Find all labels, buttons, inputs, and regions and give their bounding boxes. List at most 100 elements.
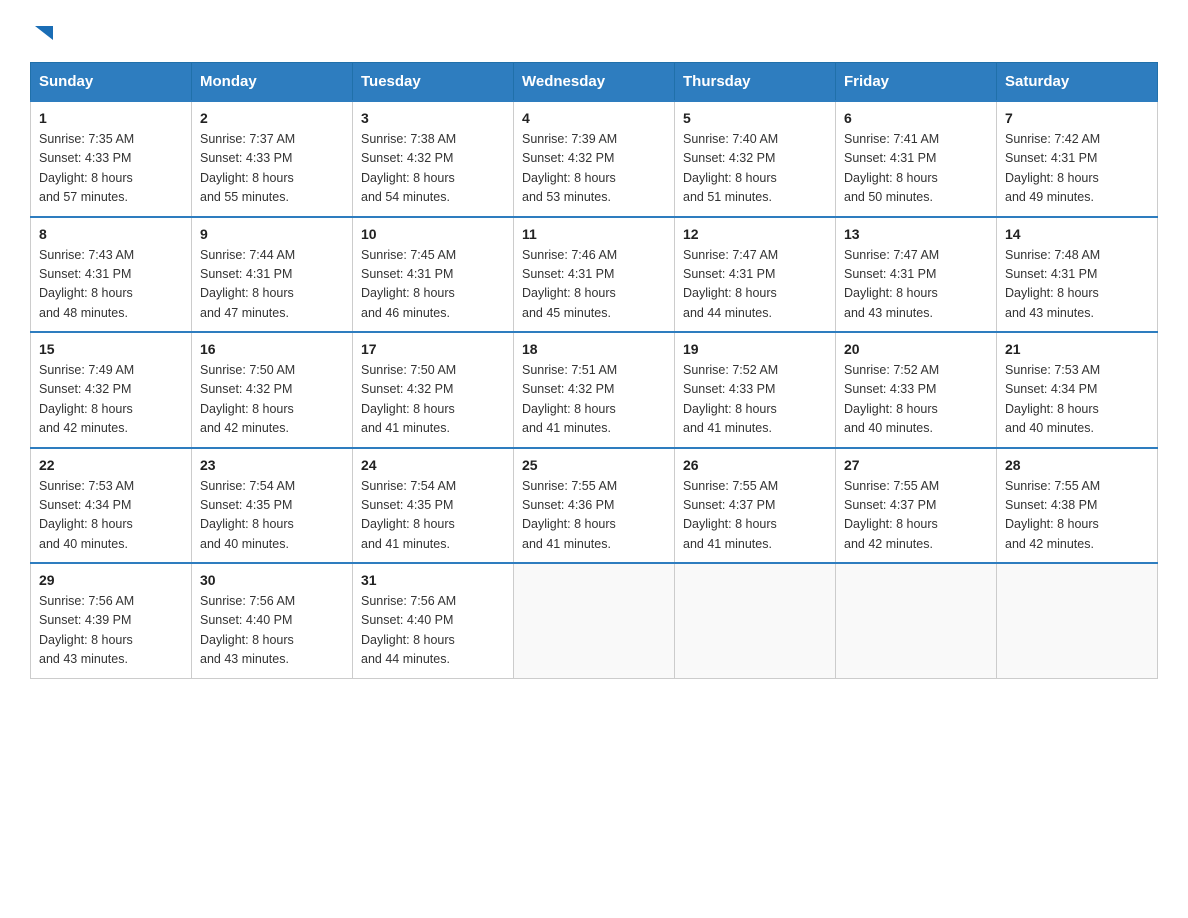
day-number: 18	[522, 341, 666, 357]
day-info: Sunrise: 7:56 AMSunset: 4:39 PMDaylight:…	[39, 592, 183, 670]
header-thursday: Thursday	[675, 63, 836, 102]
day-info: Sunrise: 7:47 AMSunset: 4:31 PMDaylight:…	[844, 246, 988, 324]
day-number: 5	[683, 110, 827, 126]
calendar-cell	[675, 563, 836, 678]
day-info: Sunrise: 7:56 AMSunset: 4:40 PMDaylight:…	[361, 592, 505, 670]
calendar-cell: 6 Sunrise: 7:41 AMSunset: 4:31 PMDaylight…	[836, 101, 997, 217]
day-number: 21	[1005, 341, 1149, 357]
day-number: 14	[1005, 226, 1149, 242]
day-info: Sunrise: 7:56 AMSunset: 4:40 PMDaylight:…	[200, 592, 344, 670]
calendar-cell: 26 Sunrise: 7:55 AMSunset: 4:37 PMDayligh…	[675, 448, 836, 564]
day-number: 11	[522, 226, 666, 242]
logo-line1	[30, 20, 55, 44]
calendar-cell: 22 Sunrise: 7:53 AMSunset: 4:34 PMDayligh…	[31, 448, 192, 564]
day-info: Sunrise: 7:35 AMSunset: 4:33 PMDaylight:…	[39, 130, 183, 208]
day-info: Sunrise: 7:44 AMSunset: 4:31 PMDaylight:…	[200, 246, 344, 324]
week-row-5: 29 Sunrise: 7:56 AMSunset: 4:39 PMDayligh…	[31, 563, 1158, 678]
calendar-cell: 18 Sunrise: 7:51 AMSunset: 4:32 PMDayligh…	[514, 332, 675, 448]
day-info: Sunrise: 7:39 AMSunset: 4:32 PMDaylight:…	[522, 130, 666, 208]
day-number: 22	[39, 457, 183, 473]
calendar-cell: 15 Sunrise: 7:49 AMSunset: 4:32 PMDayligh…	[31, 332, 192, 448]
week-row-4: 22 Sunrise: 7:53 AMSunset: 4:34 PMDayligh…	[31, 448, 1158, 564]
calendar-cell	[514, 563, 675, 678]
calendar-cell: 29 Sunrise: 7:56 AMSunset: 4:39 PMDayligh…	[31, 563, 192, 678]
calendar-cell: 8 Sunrise: 7:43 AMSunset: 4:31 PMDaylight…	[31, 217, 192, 333]
day-number: 17	[361, 341, 505, 357]
calendar-cell: 3 Sunrise: 7:38 AMSunset: 4:32 PMDaylight…	[353, 101, 514, 217]
week-row-2: 8 Sunrise: 7:43 AMSunset: 4:31 PMDaylight…	[31, 217, 1158, 333]
day-number: 25	[522, 457, 666, 473]
calendar-table: SundayMondayTuesdayWednesdayThursdayFrid…	[30, 62, 1158, 679]
day-info: Sunrise: 7:55 AMSunset: 4:38 PMDaylight:…	[1005, 477, 1149, 555]
day-info: Sunrise: 7:50 AMSunset: 4:32 PMDaylight:…	[361, 361, 505, 439]
day-info: Sunrise: 7:41 AMSunset: 4:31 PMDaylight:…	[844, 130, 988, 208]
day-info: Sunrise: 7:47 AMSunset: 4:31 PMDaylight:…	[683, 246, 827, 324]
calendar-cell: 27 Sunrise: 7:55 AMSunset: 4:37 PMDayligh…	[836, 448, 997, 564]
day-number: 28	[1005, 457, 1149, 473]
day-info: Sunrise: 7:42 AMSunset: 4:31 PMDaylight:…	[1005, 130, 1149, 208]
calendar-cell: 16 Sunrise: 7:50 AMSunset: 4:32 PMDayligh…	[192, 332, 353, 448]
calendar-cell: 11 Sunrise: 7:46 AMSunset: 4:31 PMDayligh…	[514, 217, 675, 333]
day-number: 10	[361, 226, 505, 242]
day-info: Sunrise: 7:43 AMSunset: 4:31 PMDaylight:…	[39, 246, 183, 324]
day-info: Sunrise: 7:55 AMSunset: 4:37 PMDaylight:…	[844, 477, 988, 555]
calendar-cell: 10 Sunrise: 7:45 AMSunset: 4:31 PMDayligh…	[353, 217, 514, 333]
day-number: 15	[39, 341, 183, 357]
calendar-cell: 28 Sunrise: 7:55 AMSunset: 4:38 PMDayligh…	[997, 448, 1158, 564]
day-info: Sunrise: 7:46 AMSunset: 4:31 PMDaylight:…	[522, 246, 666, 324]
day-info: Sunrise: 7:38 AMSunset: 4:32 PMDaylight:…	[361, 130, 505, 208]
day-info: Sunrise: 7:45 AMSunset: 4:31 PMDaylight:…	[361, 246, 505, 324]
calendar-cell: 14 Sunrise: 7:48 AMSunset: 4:31 PMDayligh…	[997, 217, 1158, 333]
day-info: Sunrise: 7:54 AMSunset: 4:35 PMDaylight:…	[200, 477, 344, 555]
calendar-cell: 5Sunrise: 7:40 AMSunset: 4:32 PMDaylight…	[675, 101, 836, 217]
day-number: 19	[683, 341, 827, 357]
header-monday: Monday	[192, 63, 353, 102]
calendar-cell: 9Sunrise: 7:44 AMSunset: 4:31 PMDaylight…	[192, 217, 353, 333]
calendar-cell: 30 Sunrise: 7:56 AMSunset: 4:40 PMDayligh…	[192, 563, 353, 678]
header-sunday: Sunday	[31, 63, 192, 102]
day-number: 20	[844, 341, 988, 357]
calendar-cell: 4 Sunrise: 7:39 AMSunset: 4:32 PMDaylight…	[514, 101, 675, 217]
day-info: Sunrise: 7:48 AMSunset: 4:31 PMDaylight:…	[1005, 246, 1149, 324]
day-info: Sunrise: 7:54 AMSunset: 4:35 PMDaylight:…	[361, 477, 505, 555]
day-number: 27	[844, 457, 988, 473]
calendar-cell: 1Sunrise: 7:35 AMSunset: 4:33 PMDaylight…	[31, 101, 192, 217]
day-number: 26	[683, 457, 827, 473]
calendar-cell: 7 Sunrise: 7:42 AMSunset: 4:31 PMDaylight…	[997, 101, 1158, 217]
day-number: 8	[39, 226, 183, 242]
day-number: 13	[844, 226, 988, 242]
page-header	[30, 20, 1158, 44]
day-number: 16	[200, 341, 344, 357]
day-number: 23	[200, 457, 344, 473]
calendar-cell	[997, 563, 1158, 678]
logo-arrow-icon	[33, 22, 55, 44]
logo	[30, 20, 55, 44]
day-number: 24	[361, 457, 505, 473]
day-info: Sunrise: 7:49 AMSunset: 4:32 PMDaylight:…	[39, 361, 183, 439]
calendar-cell: 2Sunrise: 7:37 AMSunset: 4:33 PMDaylight…	[192, 101, 353, 217]
day-info: Sunrise: 7:37 AMSunset: 4:33 PMDaylight:…	[200, 130, 344, 208]
calendar-cell: 12Sunrise: 7:47 AMSunset: 4:31 PMDayligh…	[675, 217, 836, 333]
week-row-3: 15 Sunrise: 7:49 AMSunset: 4:32 PMDayligh…	[31, 332, 1158, 448]
day-info: Sunrise: 7:52 AMSunset: 4:33 PMDaylight:…	[683, 361, 827, 439]
day-number: 6	[844, 110, 988, 126]
calendar-cell: 13 Sunrise: 7:47 AMSunset: 4:31 PMDayligh…	[836, 217, 997, 333]
week-row-1: 1Sunrise: 7:35 AMSunset: 4:33 PMDaylight…	[31, 101, 1158, 217]
calendar-cell: 25Sunrise: 7:55 AMSunset: 4:36 PMDayligh…	[514, 448, 675, 564]
calendar-cell: 20Sunrise: 7:52 AMSunset: 4:33 PMDayligh…	[836, 332, 997, 448]
day-number: 7	[1005, 110, 1149, 126]
header-row: SundayMondayTuesdayWednesdayThursdayFrid…	[31, 63, 1158, 102]
calendar-cell: 31Sunrise: 7:56 AMSunset: 4:40 PMDayligh…	[353, 563, 514, 678]
day-number: 3	[361, 110, 505, 126]
day-info: Sunrise: 7:55 AMSunset: 4:37 PMDaylight:…	[683, 477, 827, 555]
header-tuesday: Tuesday	[353, 63, 514, 102]
day-number: 29	[39, 572, 183, 588]
header-wednesday: Wednesday	[514, 63, 675, 102]
day-info: Sunrise: 7:53 AMSunset: 4:34 PMDaylight:…	[39, 477, 183, 555]
day-number: 30	[200, 572, 344, 588]
calendar-cell: 21Sunrise: 7:53 AMSunset: 4:34 PMDayligh…	[997, 332, 1158, 448]
day-info: Sunrise: 7:51 AMSunset: 4:32 PMDaylight:…	[522, 361, 666, 439]
header-saturday: Saturday	[997, 63, 1158, 102]
day-info: Sunrise: 7:50 AMSunset: 4:32 PMDaylight:…	[200, 361, 344, 439]
day-number: 4	[522, 110, 666, 126]
